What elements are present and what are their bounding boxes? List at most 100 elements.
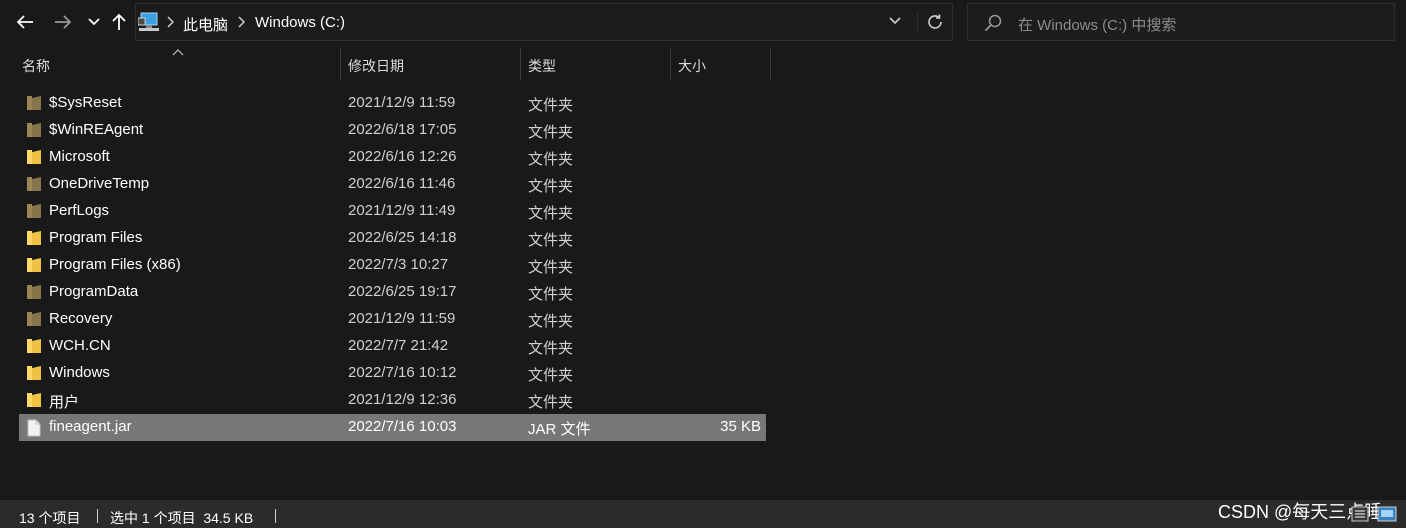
- breadcrumb-this-pc[interactable]: 此电脑: [183, 14, 228, 35]
- address-bar[interactable]: 此电脑 Windows (C:): [135, 3, 953, 41]
- file-row[interactable]: OneDriveTemp 2022/6/16 11:46 文件夹: [19, 171, 766, 198]
- arrow-right-icon: [55, 15, 72, 29]
- file-type: 文件夹: [528, 232, 574, 249]
- file-row[interactable]: Program Files (x86) 2022/7/3 10:27 文件夹: [19, 252, 766, 279]
- file-type: 文件夹: [528, 205, 574, 222]
- column-type[interactable]: 类型: [528, 56, 556, 76]
- file-row[interactable]: PerfLogs 2021/12/9 11:49 文件夹: [19, 198, 766, 225]
- file-date: 2022/7/16 10:03: [348, 418, 457, 435]
- file-row[interactable]: ProgramData 2022/6/25 19:17 文件夹: [19, 279, 766, 306]
- file-name: Windows: [49, 364, 110, 381]
- file-date: 2022/6/16 11:46: [348, 175, 456, 192]
- status-divider: [275, 509, 276, 523]
- file-type: 文件夹: [528, 178, 574, 195]
- chevron-down-icon[interactable]: [888, 14, 902, 28]
- column-divider[interactable]: [520, 48, 521, 80]
- back-button[interactable]: [8, 4, 42, 40]
- file-row-selected[interactable]: fineagent.jar 2022/7/16 10:03 JAR 文件 35 …: [19, 414, 766, 441]
- selection-info: 选中 1 个项目 34.5 KB: [110, 510, 254, 526]
- folder-icon: [27, 312, 41, 326]
- column-divider[interactable]: [770, 48, 771, 80]
- sort-ascending-icon: [172, 49, 184, 56]
- file-list: $SysReset 2021/12/9 11:59 文件夹 $WinREAgen…: [19, 90, 766, 441]
- address-divider: [917, 12, 918, 34]
- file-type: 文件夹: [528, 313, 574, 330]
- folder-icon: [27, 150, 41, 164]
- file-type: 文件夹: [528, 340, 574, 357]
- file-row[interactable]: $WinREAgent 2022/6/18 17:05 文件夹: [19, 117, 766, 144]
- file-row[interactable]: $SysReset 2021/12/9 11:59 文件夹: [19, 90, 766, 117]
- file-type: 文件夹: [528, 367, 574, 384]
- file-type: 文件夹: [528, 286, 574, 303]
- status-divider: [97, 509, 98, 523]
- file-name: 用户: [49, 394, 80, 411]
- column-name[interactable]: 名称: [22, 56, 50, 76]
- column-divider[interactable]: [670, 48, 671, 80]
- folder-icon: [27, 204, 41, 218]
- column-date[interactable]: 修改日期: [348, 56, 404, 76]
- file-date: 2022/6/25 14:18: [348, 229, 457, 246]
- search-box[interactable]: 在 Windows (C:) 中搜索: [967, 3, 1395, 41]
- navigation-toolbar: 此电脑 Windows (C:) 在 Windows (C:) 中搜索: [0, 0, 1406, 46]
- folder-icon: [27, 285, 41, 299]
- file-name: WCH.CN: [49, 337, 111, 354]
- file-name: $WinREAgent: [49, 121, 144, 138]
- folder-icon: [27, 366, 41, 380]
- file-type: 文件夹: [528, 151, 574, 168]
- breadcrumb-chevron-icon: [167, 16, 174, 28]
- file-date: 2022/6/25 19:17: [348, 283, 457, 300]
- search-placeholder: 在 Windows (C:) 中搜索: [1018, 17, 1177, 34]
- details-view-icon[interactable]: [1351, 506, 1369, 522]
- file-name: Recovery: [49, 310, 113, 327]
- file-row[interactable]: Microsoft 2022/6/16 12:26 文件夹: [19, 144, 766, 171]
- search-icon: [984, 14, 1002, 32]
- column-header: 名称 修改日期 类型 大小: [0, 46, 1406, 83]
- file-row[interactable]: WCH.CN 2022/7/7 21:42 文件夹: [19, 333, 766, 360]
- file-name: Program Files (x86): [49, 256, 181, 273]
- file-type: JAR 文件: [528, 421, 591, 438]
- file-name: OneDriveTemp: [49, 175, 150, 192]
- file-row[interactable]: Recovery 2021/12/9 11:59 文件夹: [19, 306, 766, 333]
- large-icons-view-icon[interactable]: [1377, 506, 1397, 522]
- file-date: 2021/12/9 11:49: [348, 202, 456, 219]
- file-type: 文件夹: [528, 394, 574, 411]
- folder-icon: [27, 123, 41, 137]
- folder-icon: [27, 231, 41, 245]
- file-date: 2022/6/16 12:26: [348, 148, 457, 165]
- folder-icon: [27, 339, 41, 353]
- file-date: 2022/7/7 21:42: [348, 337, 449, 354]
- refresh-icon[interactable]: [926, 13, 944, 31]
- file-name: Microsoft: [49, 148, 110, 165]
- file-row[interactable]: Windows 2022/7/16 10:12 文件夹: [19, 360, 766, 387]
- recent-locations-button[interactable]: [84, 4, 104, 40]
- file-date: 2022/6/18 17:05: [348, 121, 457, 138]
- breadcrumb-chevron-icon: [238, 16, 245, 28]
- folder-icon: [27, 177, 41, 191]
- column-size[interactable]: 大小: [678, 56, 706, 76]
- file-type: 文件夹: [528, 124, 574, 141]
- file-type: 文件夹: [528, 259, 574, 276]
- file-icon: [27, 419, 41, 437]
- chevron-down-icon: [88, 18, 100, 26]
- column-divider[interactable]: [340, 48, 341, 80]
- file-date: 2022/7/3 10:27: [348, 256, 449, 273]
- file-row[interactable]: 用户 2021/12/9 12:36 文件夹: [19, 387, 766, 414]
- this-pc-icon: [138, 12, 159, 31]
- folder-icon: [27, 96, 41, 110]
- folder-icon: [27, 393, 41, 407]
- folder-icon: [27, 258, 41, 272]
- file-name: fineagent.jar: [49, 418, 132, 435]
- file-row[interactable]: Program Files 2022/6/25 14:18 文件夹: [19, 225, 766, 252]
- arrow-up-icon: [112, 13, 126, 30]
- file-name: PerfLogs: [49, 202, 110, 219]
- file-date: 2021/12/9 11:59: [348, 94, 456, 111]
- file-date: 2022/7/16 10:12: [348, 364, 457, 381]
- file-date: 2021/12/9 12:36: [348, 391, 457, 408]
- arrow-left-icon: [16, 15, 33, 29]
- file-date: 2021/12/9 11:59: [348, 310, 456, 327]
- forward-button[interactable]: [46, 4, 80, 40]
- up-button[interactable]: [106, 4, 132, 40]
- item-count: 13 个项目: [19, 510, 81, 526]
- file-type: 文件夹: [528, 97, 574, 114]
- breadcrumb-current-drive[interactable]: Windows (C:): [255, 14, 345, 31]
